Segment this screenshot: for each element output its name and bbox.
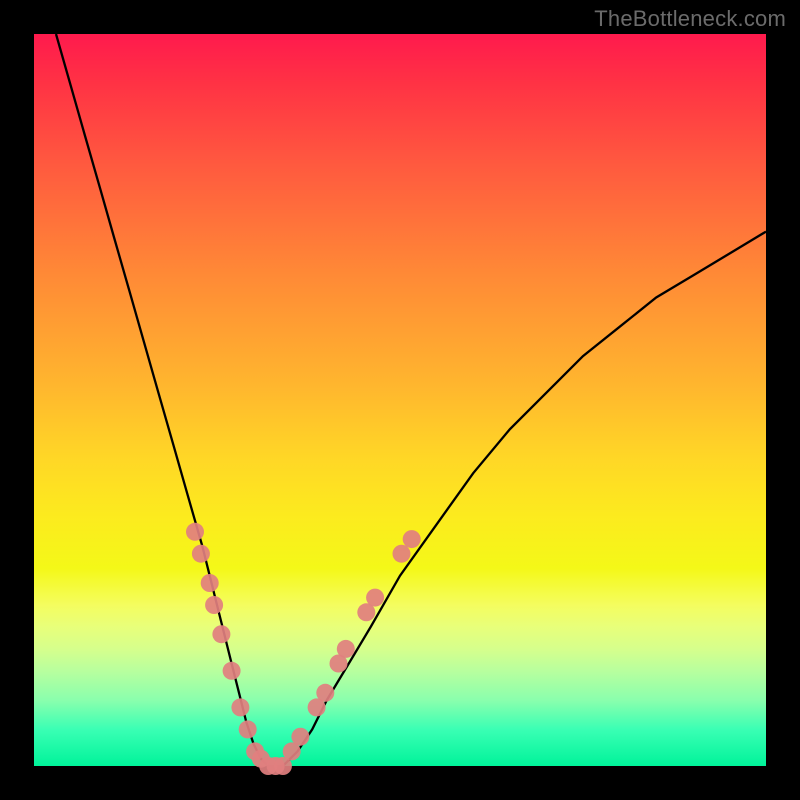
data-marker	[201, 574, 219, 592]
data-marker	[316, 684, 334, 702]
data-marker	[231, 698, 249, 716]
data-marker	[212, 625, 230, 643]
data-marker	[337, 640, 355, 658]
marker-layer	[186, 523, 421, 775]
data-marker	[205, 596, 223, 614]
data-marker	[393, 545, 411, 563]
data-marker	[366, 589, 384, 607]
chart-svg	[34, 34, 766, 766]
curve-path	[56, 34, 766, 766]
data-marker	[239, 720, 257, 738]
plot-area	[34, 34, 766, 766]
data-marker	[186, 523, 204, 541]
data-marker	[291, 728, 309, 746]
data-marker	[403, 530, 421, 548]
data-marker	[223, 662, 241, 680]
data-marker	[192, 545, 210, 563]
watermark-text: TheBottleneck.com	[594, 6, 786, 32]
